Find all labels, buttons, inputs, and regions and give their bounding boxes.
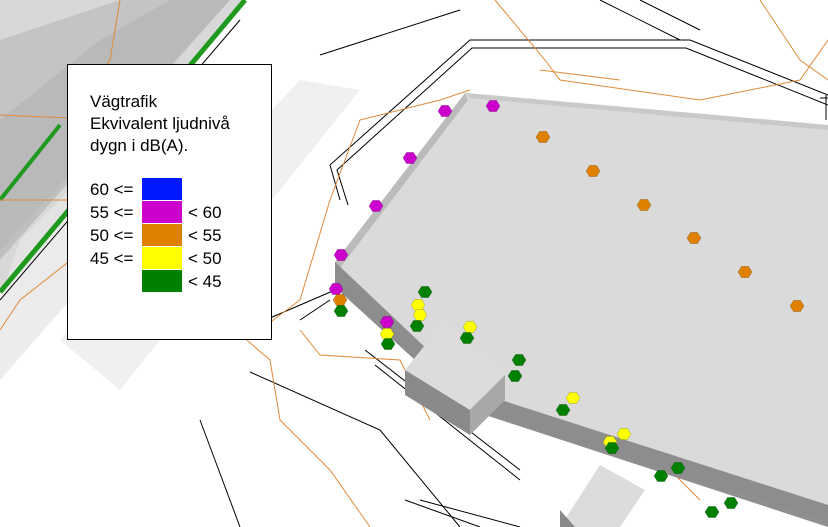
noise-map-view[interactable]: Vägtrafik Ekvivalent ljudnivå dygn i dB(… bbox=[0, 0, 828, 527]
marker-below-45 bbox=[653, 470, 669, 482]
marker-55-60 bbox=[485, 100, 501, 112]
legend-lower-bound: 45 <= bbox=[90, 249, 134, 268]
marker-below-45 bbox=[511, 354, 527, 366]
legend-swatch-green bbox=[142, 270, 182, 292]
marker-45-50 bbox=[410, 299, 426, 311]
marker-below-45 bbox=[604, 442, 620, 454]
marker-55-60 bbox=[328, 283, 344, 295]
marker-55-60 bbox=[379, 316, 395, 328]
legend-upper-bound: < 45 bbox=[188, 272, 222, 291]
legend-row-50-55: 50 <= < 55 bbox=[68, 224, 273, 246]
legend-panel: Vägtrafik Ekvivalent ljudnivå dygn i dB(… bbox=[67, 64, 272, 340]
marker-below-45 bbox=[704, 506, 720, 518]
marker-50-55 bbox=[686, 232, 702, 244]
marker-55-60 bbox=[368, 200, 384, 212]
marker-below-45 bbox=[459, 332, 475, 344]
legend-swatch-yellow bbox=[142, 247, 182, 269]
marker-55-60 bbox=[437, 105, 453, 117]
marker-50-55 bbox=[332, 294, 348, 306]
legend-upper-bound: < 60 bbox=[188, 203, 222, 222]
marker-45-50 bbox=[379, 328, 395, 340]
legend-lower-bound: 55 <= bbox=[90, 203, 134, 222]
marker-50-55 bbox=[636, 199, 652, 211]
marker-below-45 bbox=[333, 305, 349, 317]
marker-below-45 bbox=[507, 370, 523, 382]
marker-55-60 bbox=[402, 152, 418, 164]
legend-swatch-blue bbox=[142, 178, 182, 200]
marker-below-45 bbox=[409, 320, 425, 332]
marker-55-60 bbox=[333, 249, 349, 261]
legend-lower-bound: 50 <= bbox=[90, 226, 134, 245]
marker-45-50 bbox=[462, 321, 478, 333]
marker-45-50 bbox=[565, 392, 581, 404]
marker-below-45 bbox=[670, 462, 686, 474]
legend-swatch-magenta bbox=[142, 201, 182, 223]
legend-row-60-plus: 60 <= bbox=[68, 178, 273, 200]
marker-50-55 bbox=[585, 165, 601, 177]
marker-50-55 bbox=[737, 266, 753, 278]
marker-below-45 bbox=[417, 286, 433, 298]
marker-50-55 bbox=[789, 300, 805, 312]
marker-50-55 bbox=[535, 131, 551, 143]
legend-row-55-60: 55 <= < 60 bbox=[68, 201, 273, 223]
marker-below-45 bbox=[723, 497, 739, 509]
legend-upper-bound: < 55 bbox=[188, 226, 222, 245]
legend-title-line-3: dygn i dB(A). bbox=[90, 136, 189, 155]
legend-row-below-45: < 45 bbox=[68, 270, 273, 292]
legend-upper-bound: < 50 bbox=[188, 249, 222, 268]
legend-swatch-orange bbox=[142, 224, 182, 246]
legend-title-line-2: Ekvivalent ljudnivå bbox=[90, 114, 230, 133]
legend-lower-bound: 60 <= bbox=[90, 180, 134, 199]
marker-below-45 bbox=[380, 338, 396, 350]
marker-below-45 bbox=[555, 404, 571, 416]
legend-row-45-50: 45 <= < 50 bbox=[68, 247, 273, 269]
lower-building bbox=[560, 465, 645, 527]
marker-45-50 bbox=[412, 309, 428, 321]
marker-45-50 bbox=[616, 428, 632, 440]
legend-title-line-1: Vägtrafik bbox=[90, 92, 158, 111]
